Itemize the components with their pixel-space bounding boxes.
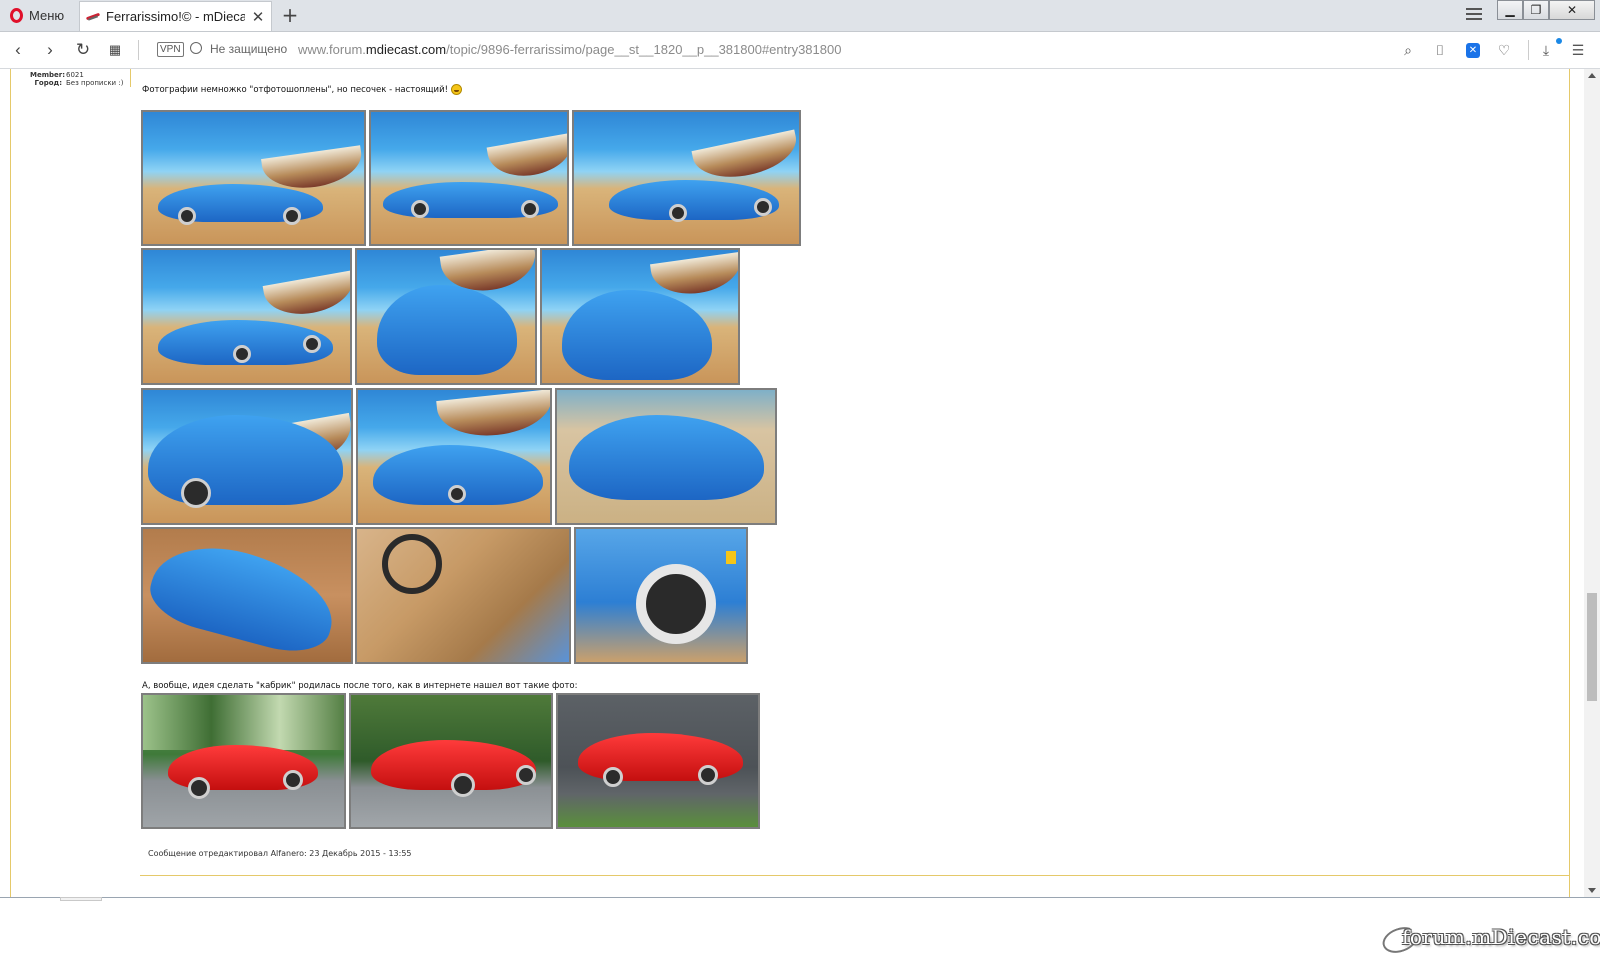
heart-icon[interactable]: ♡ (1495, 41, 1513, 59)
opera-menu-button[interactable]: Меню (0, 0, 78, 31)
back-icon[interactable]: ‹ (8, 40, 28, 60)
model-photo-10[interactable] (141, 527, 353, 664)
opera-menu-label: Меню (29, 8, 65, 23)
reference-photo-2[interactable] (349, 693, 553, 829)
page-scrollbar[interactable] (1584, 69, 1600, 897)
globe-icon (190, 42, 202, 54)
bottom-area (0, 897, 1600, 961)
post-second-text: А, вообще, идея сделать "кабрик" родилас… (142, 681, 578, 691)
model-photo-11[interactable] (355, 527, 571, 664)
new-tab-button[interactable]: + (280, 4, 300, 26)
site-watermark: forum.mDiecast.com (1402, 925, 1600, 949)
page-viewport: Member:6021 Город: Без прописки :) Фотогр… (0, 69, 1584, 897)
download-indicator (1556, 38, 1562, 44)
speed-dial-icon[interactable]: ▦ (105, 40, 125, 60)
tab-title: Ferrarissimo!© - mDiecast (106, 9, 245, 24)
model-photo-3[interactable] (572, 110, 801, 246)
model-photo-1[interactable] (141, 110, 366, 246)
tab-menu-icon[interactable] (1466, 5, 1482, 23)
scroll-down-icon[interactable] (1588, 888, 1596, 893)
easy-setup-icon[interactable]: ☰ (1569, 41, 1587, 59)
camera-icon[interactable]: ⌷ (1431, 41, 1449, 59)
model-photo-7[interactable] (141, 388, 353, 525)
model-photo-9[interactable] (555, 388, 777, 525)
reference-photo-3[interactable] (556, 693, 760, 829)
laughing-smiley-icon (451, 84, 463, 95)
tab-active[interactable]: Ferrarissimo!© - mDiecast ✕ (79, 1, 272, 31)
close-window-button[interactable]: ✕ (1549, 0, 1595, 20)
reference-photo-1[interactable] (141, 693, 346, 829)
post-border-bottom (140, 875, 1570, 876)
minimize-button[interactable]: ▁ (1497, 0, 1523, 20)
adblock-shield-icon[interactable]: ✕ (1466, 43, 1480, 58)
post-border-right (1569, 69, 1570, 897)
bottom-tab-handle[interactable] (60, 897, 102, 901)
tab-close-icon[interactable]: ✕ (251, 8, 265, 26)
reload-icon[interactable]: ↻ (73, 40, 93, 60)
url-field[interactable]: www.forum.mdiecast.com/topic/9896-ferrar… (298, 42, 841, 57)
download-icon[interactable]: ⤓ (1537, 41, 1555, 59)
author-meta: Member:6021 Город: Без прописки :) (30, 71, 124, 87)
model-photo-5[interactable] (355, 248, 537, 385)
model-photo-12[interactable] (574, 527, 748, 664)
post-border-left (10, 69, 11, 897)
site-favicon-icon (86, 12, 100, 22)
model-photo-6[interactable] (540, 248, 740, 385)
model-photo-4[interactable] (141, 248, 352, 385)
address-bar: ‹ › ↻ ▦ VPN Не защищено www.forum.mdieca… (0, 32, 1600, 69)
window-controls: ▁ ❐ ✕ (1497, 0, 1595, 20)
scroll-up-icon[interactable] (1588, 73, 1596, 78)
scrollbar-thumb[interactable] (1587, 593, 1597, 701)
restore-button[interactable]: ❐ (1523, 0, 1549, 20)
edit-note: Сообщение отредактировал Alfanero: 23 Де… (148, 849, 412, 858)
forward-icon[interactable]: › (40, 40, 60, 60)
column-divider (130, 69, 131, 87)
post-intro-text: Фотографии немножко "отфотошоплены", но … (142, 84, 463, 95)
model-photo-8[interactable] (356, 388, 552, 525)
vpn-badge[interactable]: VPN (157, 42, 184, 57)
tab-strip: Меню Ferrarissimo!© - mDiecast ✕ + ▁ ❐ ✕ (0, 0, 1600, 32)
search-icon[interactable]: ⌕ (1399, 41, 1417, 59)
security-status[interactable]: Не защищено (210, 42, 287, 56)
opera-icon (10, 8, 23, 23)
model-photo-2[interactable] (369, 110, 569, 246)
